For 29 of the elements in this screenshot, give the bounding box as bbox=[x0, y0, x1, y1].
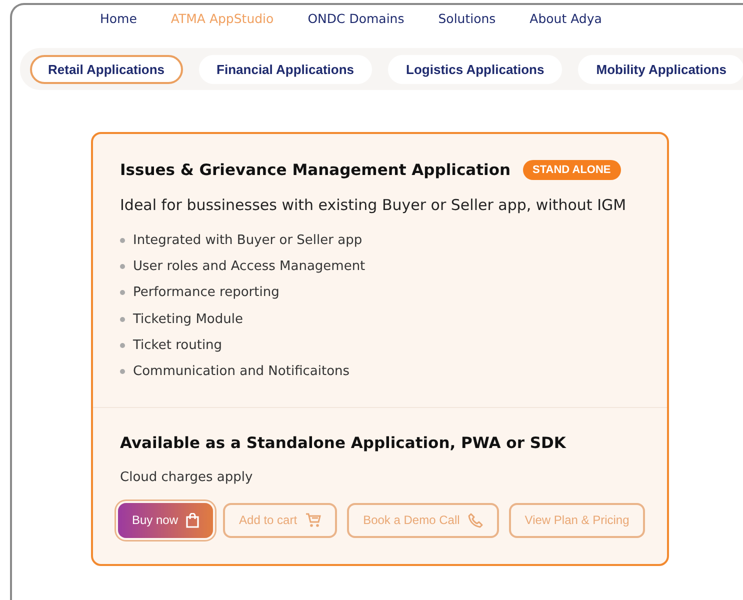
bullet-icon bbox=[120, 264, 125, 269]
buy-now-button[interactable]: Buy now bbox=[118, 502, 214, 538]
tab[interactable]: Logistics Applications bbox=[388, 54, 562, 84]
shopping-bag-icon bbox=[186, 512, 200, 528]
card-title: Issues & Grievance Management Application bbox=[120, 161, 511, 179]
cart-icon bbox=[305, 512, 322, 528]
feature-item: Ticket routing bbox=[133, 338, 222, 353]
nav-link[interactable]: ONDC Domains bbox=[308, 11, 404, 35]
feature-item: Integrated with Buyer or Seller app bbox=[133, 232, 362, 248]
bullet-icon bbox=[120, 316, 125, 322]
note-text: Cloud charges apply bbox=[120, 470, 254, 485]
tab[interactable]: Financial Applications bbox=[198, 54, 372, 84]
bullet-icon bbox=[120, 342, 125, 348]
nav-link[interactable]: About Adya bbox=[530, 11, 602, 35]
bullet-icon bbox=[120, 369, 125, 374]
phone-icon bbox=[468, 512, 483, 528]
feature-item: Communication and Notificaitons bbox=[133, 364, 350, 380]
tab[interactable]: Mobility Applications bbox=[578, 54, 743, 84]
bullet-icon bbox=[120, 290, 125, 296]
nav-link[interactable]: Solutions bbox=[438, 11, 496, 35]
feature-item: Ticketing Module bbox=[133, 312, 243, 327]
feature-item: Performance reporting bbox=[133, 285, 280, 300]
status-badge: STAND ALONE bbox=[522, 160, 621, 180]
feature-item: User roles and Access Management bbox=[133, 258, 366, 274]
bullet-icon bbox=[120, 238, 125, 243]
tab[interactable]: Retail Applications bbox=[30, 54, 183, 84]
availability-heading: Available as a Standalone Application, PWA or SDK bbox=[120, 434, 568, 452]
nav-link[interactable]: Home bbox=[100, 11, 137, 35]
card-subtitle: Ideal for bussinesses with existing Buyer or Seller app, without IGM bbox=[120, 195, 628, 215]
